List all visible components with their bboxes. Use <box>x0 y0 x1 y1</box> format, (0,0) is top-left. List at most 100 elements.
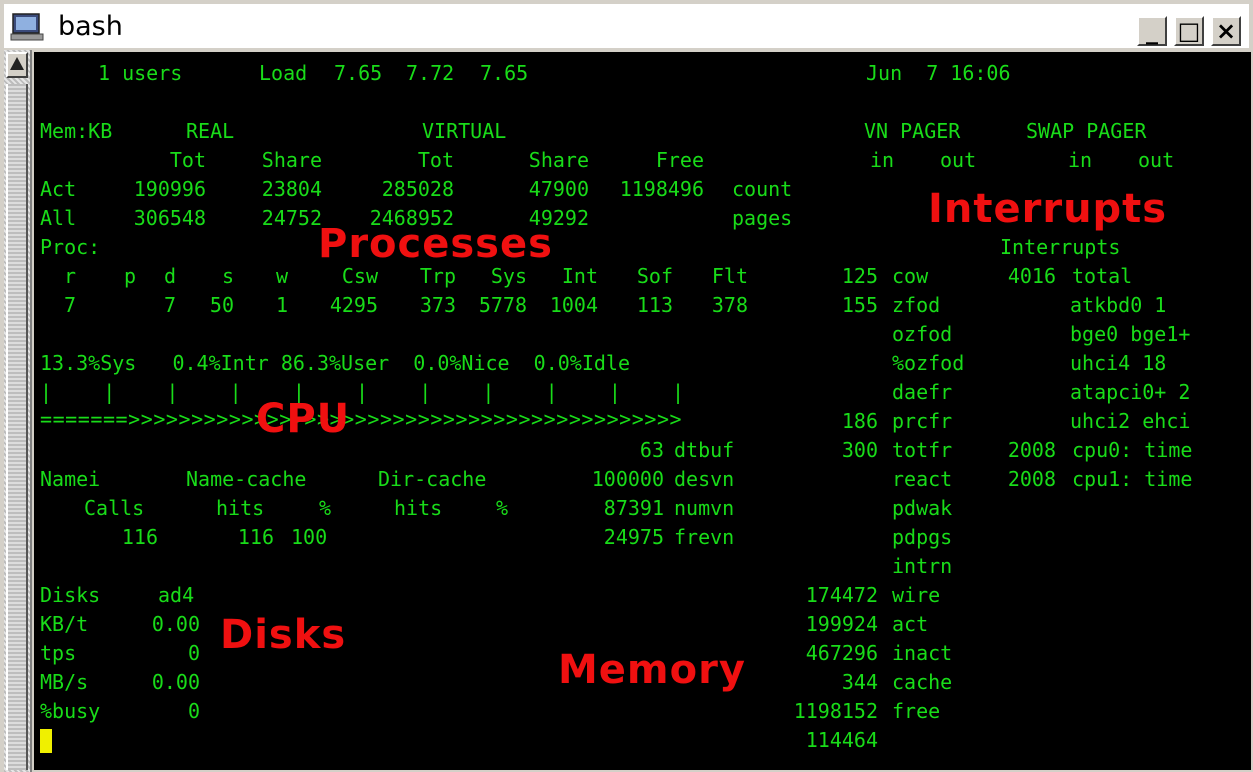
proc-column-header: Flt <box>711 264 748 288</box>
interrupt-label: uhci4 18 <box>1070 351 1167 375</box>
annotation-interrupts: Interrupts <box>928 186 1168 232</box>
load-label: Load <box>259 61 308 85</box>
mem-tot-header: Tot <box>169 148 206 172</box>
disk-stat-value: 0.00 <box>151 612 200 636</box>
namei-header: Namei <box>40 467 101 491</box>
mem-act-share: 23804 <box>261 177 322 201</box>
proc-column-value: 7 <box>63 293 76 317</box>
vmstat-label: totfr <box>892 438 953 462</box>
proc-column-header: Int <box>561 264 598 288</box>
interrupt-label: cpu0: time <box>1072 438 1193 462</box>
disk-stat-value: 0.00 <box>151 670 200 694</box>
proc-column-value: 1 <box>275 293 288 317</box>
proc-label: Proc: <box>40 235 101 259</box>
load-5min: 7.72 <box>406 61 455 85</box>
cpu-stats: 13.3%Sys 0.4%Intr 86.3%User 0.0%Nice 0.0… <box>40 351 631 375</box>
vnode-label: dtbuf <box>674 438 735 462</box>
vmstat-label: pdwak <box>892 496 953 520</box>
users-count: 1 users <box>98 61 183 85</box>
vmstat-value: 300 <box>841 438 878 462</box>
mem-all-share: 24752 <box>261 206 322 230</box>
disk-stat-label: tps <box>40 641 77 665</box>
mem-real-header: REAL <box>186 119 235 143</box>
name-cache-hits-value: 116 <box>237 525 274 549</box>
vertical-scrollbar[interactable] <box>4 50 32 772</box>
close-button[interactable]: × <box>1211 16 1241 46</box>
proc-column-value: 373 <box>419 293 456 317</box>
interrupts-total-label: total <box>1072 264 1133 288</box>
interrupt-label: atapci0+ 2 <box>1070 380 1191 404</box>
proc-column-header: Csw <box>341 264 378 288</box>
name-cache-pct-header: % <box>319 496 332 520</box>
swap-pager-in: in <box>1068 148 1093 172</box>
annotation-processes: Processes <box>318 221 553 267</box>
dir-cache-header: Dir-cache <box>378 467 487 491</box>
mem-pages-label: pages <box>732 206 793 230</box>
maximize-button[interactable]: □ <box>1174 16 1204 46</box>
vnode-value: 24975 <box>603 525 664 549</box>
name-cache-header: Name-cache <box>186 467 307 491</box>
mem-all-label: All <box>40 206 77 230</box>
interrupt-label: uhci2 ehci <box>1070 409 1191 433</box>
vmstat-value: 155 <box>841 293 878 317</box>
vmstat-label: cow <box>892 264 929 288</box>
vnode-value: 100000 <box>591 467 664 491</box>
namei-calls-header: Calls <box>84 496 145 520</box>
memory-stat-label: act <box>892 612 929 636</box>
memory-stat-label: cache <box>892 670 953 694</box>
disk-device: ad4 <box>158 583 195 607</box>
terminal-app-icon <box>10 13 44 41</box>
memory-stat-value: 1198152 <box>793 699 878 723</box>
window-title: bash <box>58 11 123 42</box>
dir-cache-pct-header: % <box>496 496 509 520</box>
memory-stat-value: 344 <box>841 670 878 694</box>
name-cache-hits-header: hits <box>216 496 265 520</box>
namei-calls-value: 116 <box>121 525 158 549</box>
swap-pager-out: out <box>1138 148 1175 172</box>
mem-act-vshare: 47900 <box>528 177 589 201</box>
proc-column-value: 5778 <box>478 293 527 317</box>
memory-stat-label: free <box>892 699 941 723</box>
vmstat-value: 186 <box>841 409 878 433</box>
mem-free-header: Free <box>655 148 704 172</box>
disk-stat-label: MB/s <box>40 670 89 694</box>
text-cursor <box>40 729 52 753</box>
vmstat-label: react <box>892 467 953 491</box>
title-bar[interactable]: bash _ □ × <box>4 4 1249 50</box>
annotation-cpu: CPU <box>256 396 351 442</box>
mem-act-label: Act <box>40 177 77 201</box>
minimize-button[interactable]: _ <box>1137 16 1167 46</box>
memory-stat-value: 174472 <box>805 583 878 607</box>
mem-all-tot: 306548 <box>133 206 206 230</box>
interrupt-value: 2008 <box>1007 467 1056 491</box>
disk-stat-value: 0 <box>187 641 200 665</box>
vn-pager-header: VN PAGER <box>864 119 961 143</box>
vmstat-value: 125 <box>841 264 878 288</box>
proc-column-header: Sof <box>636 264 673 288</box>
vmstat-label: zfod <box>892 293 941 317</box>
mem-vtot-header: Tot <box>417 148 454 172</box>
scroll-thumb[interactable] <box>6 84 28 770</box>
proc-column-header: Trp <box>419 264 456 288</box>
memory-stat-value: 199924 <box>805 612 878 636</box>
disks-label: Disks <box>40 583 101 607</box>
memory-stat-value: 467296 <box>805 641 878 665</box>
memory-stat-label: wire <box>892 583 941 607</box>
proc-column-value: 378 <box>711 293 748 317</box>
disk-stat-label: KB/t <box>40 612 89 636</box>
terminal-window: bash _ □ × 1 users Load 7.65 7.72 7.65 J… <box>0 0 1253 772</box>
interrupts-title: Interrupts <box>1000 235 1121 259</box>
vnode-label: frevn <box>674 525 735 549</box>
vnode-value: 87391 <box>603 496 664 520</box>
load-15min: 7.65 <box>480 61 529 85</box>
vnode-label: numvn <box>674 496 735 520</box>
scroll-up-arrow-icon[interactable] <box>6 52 28 78</box>
annotation-memory: Memory <box>558 647 746 693</box>
annotation-disks: Disks <box>220 612 347 658</box>
vmstat-label: intrn <box>892 554 953 578</box>
mem-act-tot: 190996 <box>133 177 206 201</box>
vn-pager-in: in <box>870 148 895 172</box>
terminal-screen[interactable]: 1 users Load 7.65 7.72 7.65 Jun 7 16:06 … <box>34 52 1251 770</box>
vnode-label: desvn <box>674 467 735 491</box>
interrupt-value: 2008 <box>1007 438 1056 462</box>
